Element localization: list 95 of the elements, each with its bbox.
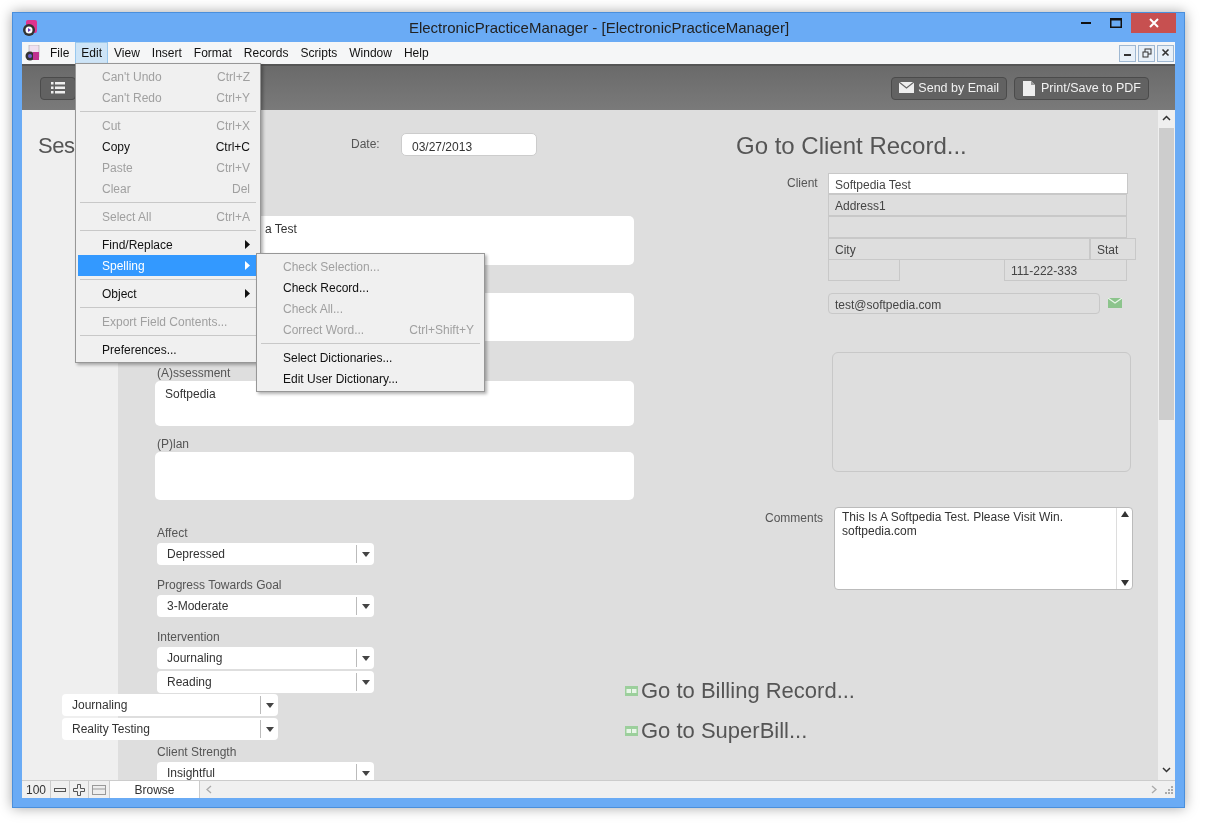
list-icon <box>51 82 65 94</box>
menu-item[interactable]: View <box>108 42 146 64</box>
dropdown-value: Insightful <box>167 765 216 780</box>
menu-item[interactable]: Records <box>237 42 295 64</box>
field-label: (P)lan <box>157 437 189 452</box>
caret-icon <box>360 678 371 686</box>
city-field[interactable]: City <box>828 238 1090 260</box>
record-link[interactable]: Go to SuperBill... <box>625 714 808 747</box>
submenu-arrow-icon <box>245 289 250 298</box>
comments-field[interactable]: This Is A Softpedia Test. Please Visit Win. softpedia.com <box>834 507 1133 590</box>
scroll-down-icon <box>1162 767 1171 773</box>
minus-icon <box>54 785 67 794</box>
plus-icon <box>73 783 86 796</box>
scroll-up-icon <box>1120 511 1129 517</box>
menu-item[interactable]: Preferences... <box>78 339 258 360</box>
dropdown[interactable]: Journaling <box>62 694 278 716</box>
table-icon <box>625 725 638 736</box>
close-icon <box>1160 48 1171 58</box>
panel-icon <box>92 784 107 795</box>
document-icon <box>24 45 40 61</box>
dropdown[interactable]: 3-Moderate <box>157 595 374 617</box>
address-field[interactable]: Address1 <box>828 194 1127 216</box>
date-field[interactable]: 03/27/2013 <box>401 133 537 156</box>
state-field[interactable]: Stat <box>1090 238 1136 260</box>
mode-selector[interactable]: Browse <box>110 781 201 798</box>
list-button[interactable] <box>40 76 76 100</box>
dropdown[interactable]: Reality Testing <box>62 718 278 740</box>
submenu-arrow-icon <box>245 240 250 249</box>
zoom-in-button[interactable] <box>70 781 90 798</box>
close-button[interactable] <box>1157 44 1174 62</box>
minimize-button[interactable] <box>1119 44 1136 62</box>
dropdown-value: 3-Moderate <box>167 598 229 615</box>
record-link[interactable]: Go to Billing Record... <box>625 674 855 707</box>
maximize-icon <box>1110 18 1122 28</box>
print-pdf-button[interactable]: Print/Save to PDF <box>1013 76 1149 100</box>
caret-icon <box>264 725 275 733</box>
dropdown-value: Reality Testing <box>72 721 150 738</box>
menu-item[interactable]: Scripts <box>294 42 344 64</box>
dropdown[interactable]: Depressed <box>157 543 374 565</box>
menu-item[interactable]: Object <box>78 283 258 304</box>
menu-item[interactable]: File <box>44 42 76 64</box>
menu-item[interactable]: Select Dictionaries... <box>259 347 482 368</box>
restore-icon <box>1141 48 1152 58</box>
envelope-icon <box>899 80 915 96</box>
menu-item[interactable]: Check Record... <box>259 277 482 298</box>
menu-item[interactable]: Help <box>397 42 435 64</box>
zoom-out-button[interactable] <box>51 781 71 798</box>
field-label: Date: <box>351 137 380 152</box>
section-heading: Ses <box>38 132 75 160</box>
window-title: ElectronicPracticeManager - [ElectronicPracticeManager] <box>407 17 791 38</box>
scroll-down-icon <box>1120 580 1129 586</box>
phone-field[interactable]: 111-222-333 <box>1004 259 1127 281</box>
dropdown[interactable]: Insightful <box>157 762 374 780</box>
dropdown-value: Journaling <box>72 697 128 714</box>
caret-icon <box>360 550 371 558</box>
send-email-button[interactable]: Send by Email <box>891 76 1007 100</box>
dropdown-value: Reading <box>167 674 212 691</box>
document-icon <box>1021 80 1037 96</box>
field-label: Intervention <box>157 630 220 645</box>
field-label: Client <box>787 176 818 191</box>
scroll-left-icon <box>206 785 213 794</box>
email-field[interactable]: test@softpedia.com <box>828 293 1100 314</box>
restore-button[interactable] <box>1138 44 1155 62</box>
caret-icon <box>360 654 371 662</box>
dropdown-value: Depressed <box>167 546 226 563</box>
scroll-up-icon <box>1162 115 1171 121</box>
submenu-arrow-icon <box>245 261 250 270</box>
client-record-link[interactable]: Go to Client Record... <box>736 128 967 164</box>
caret-icon <box>264 701 275 709</box>
menu-item[interactable]: Window <box>343 42 398 64</box>
status-toggle-button[interactable] <box>89 781 111 798</box>
client-name-field[interactable]: Softpedia Test <box>828 173 1128 194</box>
field-label: Comments <box>765 511 823 526</box>
zoom-level[interactable]: 100 <box>22 781 52 798</box>
menu-item[interactable]: Edit <box>75 42 109 64</box>
dropdown-value: Journaling <box>167 650 223 667</box>
caret-icon <box>360 769 371 777</box>
menu-item[interactable]: Insert <box>145 42 188 64</box>
scrollbar-thumb[interactable] <box>1159 128 1174 420</box>
menu-item[interactable]: Format <box>187 42 238 64</box>
field-label: (A)ssessment <box>157 366 231 381</box>
field-label: Affect <box>157 526 188 541</box>
comments-text: This Is A Softpedia Test. Please Visit Win. softpedia.com <box>841 509 1064 541</box>
caret-icon <box>360 602 371 610</box>
field-label: Client Strength <box>157 745 237 760</box>
dropdown[interactable]: Journaling <box>157 647 374 669</box>
resize-grip-icon <box>1165 785 1173 794</box>
dropdown[interactable]: Reading <box>157 671 374 693</box>
close-icon <box>1148 18 1159 28</box>
minimize-icon <box>1081 22 1091 24</box>
menu-item[interactable]: Copy Ctrl+C <box>78 136 258 157</box>
table-icon <box>625 685 638 696</box>
app-icon <box>21 18 39 37</box>
scroll-right-icon <box>1151 785 1157 794</box>
field-label: Progress Towards Goal <box>157 578 282 593</box>
